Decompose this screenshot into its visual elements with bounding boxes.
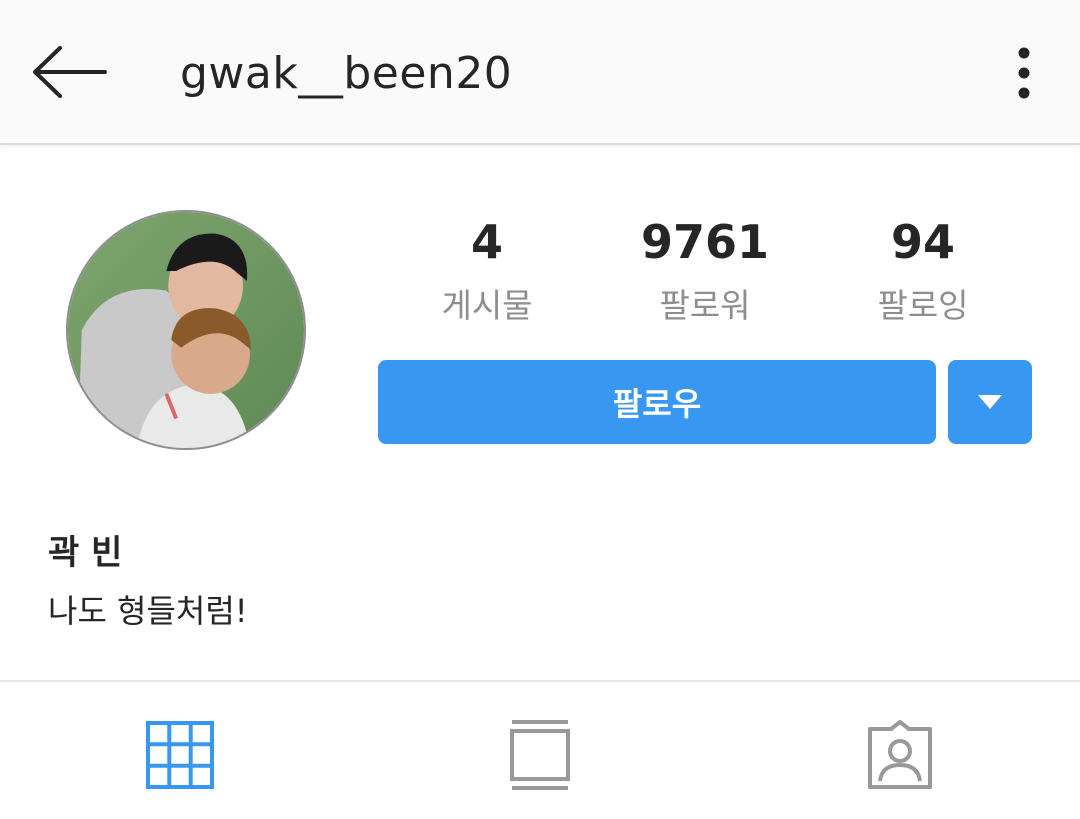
display-name: 곽 빈 — [48, 533, 123, 573]
followers-count: 9761 — [640, 215, 770, 269]
follow-button[interactable]: 팔로우 — [378, 360, 936, 444]
tab-tagged[interactable] — [840, 700, 960, 810]
posts-stat[interactable]: 4 게시물 — [387, 210, 587, 330]
caret-down-icon — [978, 395, 1002, 409]
following-count: 94 — [890, 215, 955, 269]
posts-label: 게시물 — [441, 286, 533, 325]
profile-photo — [68, 212, 304, 448]
tab-divider — [0, 680, 1080, 682]
following-label: 팔로잉 — [877, 286, 969, 325]
suggestions-dropdown-button[interactable] — [948, 360, 1032, 444]
profile-username: gwak__been20 — [180, 48, 513, 99]
more-options-button[interactable] — [1000, 38, 1048, 108]
top-app-bar: gwak__been20 — [0, 0, 1080, 145]
more-vertical-icon — [1018, 47, 1030, 99]
back-button[interactable] — [28, 36, 112, 108]
following-stat[interactable]: 94 팔로잉 — [823, 210, 1023, 330]
profile-stats: 4 게시물 9761 팔로워 94 팔로잉 — [378, 210, 1032, 340]
list-feed-icon — [510, 720, 570, 790]
tab-grid[interactable] — [120, 700, 240, 810]
profile-page: gwak__been20 4 게시물 9761 팔로워 94 팔로잉 팔로우 곽… — [0, 0, 1080, 819]
followers-stat[interactable]: 9761 팔로워 — [605, 210, 805, 330]
profile-bio: 나도 형들처럼! — [48, 592, 248, 630]
followers-label: 팔로워 — [659, 286, 751, 325]
tab-feed[interactable] — [480, 700, 600, 810]
grid-icon — [146, 721, 214, 789]
avatar[interactable] — [66, 210, 306, 450]
tagged-user-icon — [868, 720, 932, 789]
posts-count: 4 — [470, 215, 503, 269]
arrow-left-icon — [33, 46, 107, 98]
